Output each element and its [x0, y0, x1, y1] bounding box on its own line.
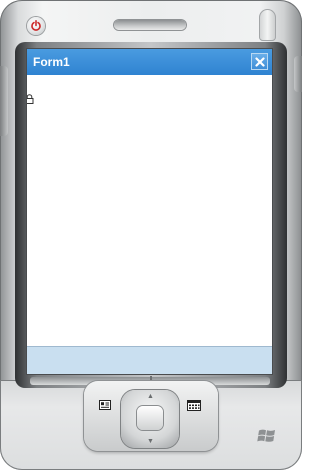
calendar-icon: [187, 399, 201, 411]
side-action-button[interactable]: [294, 56, 302, 92]
form-title: Form1: [33, 55, 70, 69]
speaker-grille: [114, 20, 186, 30]
power-icon: [31, 20, 41, 31]
power-button[interactable]: [27, 17, 45, 35]
side-volume-button[interactable]: [0, 66, 8, 136]
close-button[interactable]: [251, 53, 268, 70]
contacts-icon: [99, 400, 111, 410]
dpad-down-arrow-icon[interactable]: ▼: [147, 438, 154, 445]
stylus-slot[interactable]: [259, 9, 276, 41]
contacts-button[interactable]: [94, 395, 116, 415]
dpad-action-button[interactable]: [137, 406, 163, 430]
device-screen: Form1: [27, 49, 272, 374]
close-icon: [254, 56, 265, 67]
form-body[interactable]: [27, 75, 272, 345]
lock-icon: [27, 94, 34, 104]
menu-bar[interactable]: [27, 346, 272, 374]
title-bar: Form1: [27, 49, 272, 75]
calendar-button[interactable]: [183, 395, 205, 415]
dpad-up-arrow-icon[interactable]: ▲: [147, 393, 154, 400]
windows-logo-icon: [257, 429, 275, 442]
